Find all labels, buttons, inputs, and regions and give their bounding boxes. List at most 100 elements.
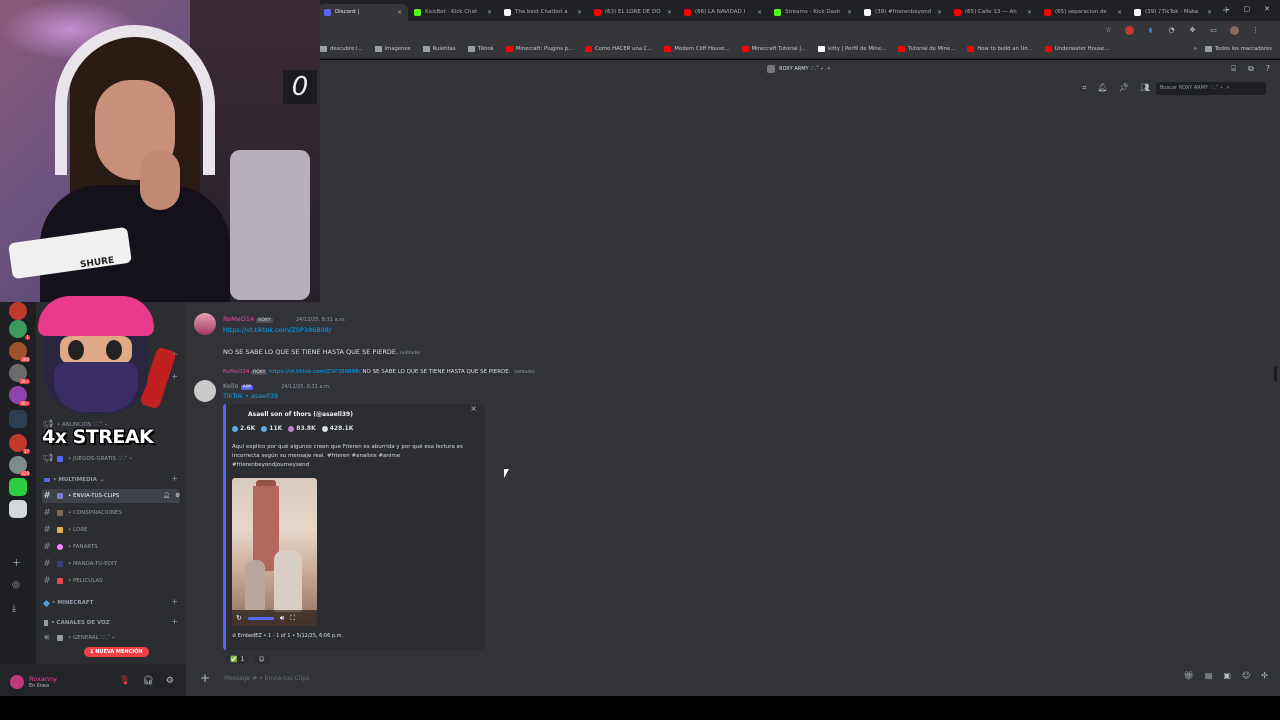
server-icon-9[interactable]: [9, 500, 27, 518]
star-icon[interactable]: ☆: [1104, 26, 1113, 35]
embed-provider-link[interactable]: TikTok • asaell39: [223, 392, 278, 400]
download-icon[interactable]: ⤓: [12, 604, 16, 614]
members-icon[interactable]: 👥︎: [1140, 83, 1150, 93]
add-channel-icon[interactable]: +: [171, 617, 178, 626]
minimize-icon[interactable]: –: [1226, 5, 1230, 13]
server-icon-4[interactable]: 2K+: [9, 364, 30, 384]
bookmark-item[interactable]: Ruletitas: [422, 46, 456, 52]
channel-lore[interactable]: # • LORE: [42, 523, 180, 537]
close-window-icon[interactable]: ✕: [1264, 5, 1270, 13]
gift-icon[interactable]: 🎁︎: [1184, 671, 1194, 680]
attach-plus-icon[interactable]: +: [200, 671, 210, 685]
close-icon[interactable]: ×: [470, 404, 477, 413]
bell-icon[interactable]: 🔔︎: [1098, 83, 1108, 93]
settings-gear-icon[interactable]: ⚙: [166, 676, 174, 686]
bookmark-item[interactable]: descubre l...: [320, 46, 363, 52]
message-input[interactable]: Message # • Envia-tus-Clips: [224, 675, 309, 682]
threads-icon[interactable]: ⌗: [1082, 83, 1087, 93]
bookmark-item[interactable]: Minecraft Tutorial |...: [741, 46, 806, 52]
split-view-icon[interactable]: ▭: [1209, 26, 1218, 35]
menu-icon[interactable]: ⋮: [1251, 26, 1260, 35]
category-multimedia[interactable]: • MULTIMEDIA ⌄: [44, 477, 104, 483]
server-icon-5[interactable]: 4K+: [9, 386, 30, 406]
category-canales-de-voz[interactable]: • CANALES DE VOZ: [44, 620, 110, 626]
server-icon-8[interactable]: [9, 478, 27, 496]
avatar[interactable]: [194, 313, 216, 335]
browser-tab[interactable]: KickBot - Kick Chat ✕: [408, 4, 498, 21]
profile-avatar-icon[interactable]: [1230, 26, 1239, 35]
replay-icon[interactable]: ↻: [236, 614, 242, 622]
channel-manda-tu-edit[interactable]: # • MANDA-TU-EDIT: [42, 557, 180, 571]
extension-icon-2[interactable]: ◖: [1146, 26, 1155, 35]
browser-tab[interactable]: Discord | ✕: [318, 3, 408, 21]
server-icon-2[interactable]: 1: [9, 320, 30, 340]
category-minecraft[interactable]: • MINECRAFT: [42, 599, 93, 607]
folder-server-icon[interactable]: [9, 410, 27, 428]
mic-muted-icon[interactable]: 🎙︎: [119, 676, 130, 686]
gif-icon[interactable]: ▤: [1205, 671, 1213, 680]
channel-peliculas[interactable]: # • PELICULAS: [42, 574, 180, 588]
add-member-icon[interactable]: 👤︎: [163, 493, 170, 499]
reply-preview[interactable]: RoMeO14 ROXY https://vt.tiktok.com/ZSP38…: [223, 369, 535, 375]
add-channel-icon[interactable]: +: [171, 372, 178, 381]
add-server-icon[interactable]: ＋: [12, 556, 21, 569]
puzzle-icon[interactable]: ✥: [1188, 26, 1197, 35]
browser-tab[interactable]: (65) separacion de ✕: [1038, 4, 1128, 21]
add-channel-icon[interactable]: +: [171, 597, 178, 606]
close-tab-icon[interactable]: ✕: [1027, 9, 1032, 16]
avatar[interactable]: [10, 675, 24, 689]
bookmark-item[interactable]: Minecraft: Plugins p...: [505, 46, 573, 52]
channel-conspiraciones[interactable]: # • CONSPIRACIONES: [42, 506, 180, 520]
server-icon-7[interactable]: 429: [9, 456, 30, 476]
new-mention-pill[interactable]: 1 NUEVA MENCIÓN: [84, 647, 149, 657]
volume-icon[interactable]: 🔊︎: [280, 614, 284, 623]
pin-icon[interactable]: 📌︎: [1119, 83, 1129, 93]
voice-channel-general[interactable]: 🔊︎ • GENERAL ♡.˚ ⋆: [42, 631, 180, 645]
close-tab-icon[interactable]: ✕: [487, 9, 492, 16]
bookmark-item[interactable]: How to build an Un...: [967, 46, 1033, 52]
all-bookmarks-folder[interactable]: Todos los marcadores: [1204, 46, 1272, 52]
browser-tab[interactable]: (39) ♪TikTok - Make ✕: [1128, 4, 1218, 21]
screen-icon[interactable]: ⧉: [1248, 64, 1254, 74]
volume-slider[interactable]: [247, 616, 274, 620]
gear-icon[interactable]: ⚙: [175, 493, 180, 499]
help-icon[interactable]: ?: [1266, 64, 1270, 74]
channel-envia-tus-clips[interactable]: # • ENVIA-TUS-CLIPS 👤︎ ⚙: [42, 489, 180, 503]
bookmark-item[interactable]: Underwater House...: [1044, 46, 1109, 52]
channel-juegos-gratis[interactable]: 📢︎ • JUEGOS-GRATIS ♡.˚ ⋆: [42, 452, 180, 466]
sticker-icon[interactable]: ▣: [1223, 671, 1231, 680]
fullscreen-icon[interactable]: ⛶: [290, 614, 295, 623]
extension-icon-3[interactable]: ◔: [1167, 26, 1176, 35]
browser-tab[interactable]: (65) Calle 13 — Ah ✕: [948, 4, 1038, 21]
bookmark-item[interactable]: Tiktok: [467, 46, 494, 52]
bookmark-item[interactable]: kitty | Perfil de Mine...: [818, 46, 886, 52]
message-author[interactable]: RoMeO14 ROXY: [223, 315, 273, 323]
search-input[interactable]: Buscar ROXY ARMY ♡.˚ ⋆ .✧: [1156, 82, 1266, 95]
close-tab-icon[interactable]: ✕: [937, 9, 942, 16]
apps-icon[interactable]: ✣: [1261, 671, 1268, 680]
video-thumbnail[interactable]: ↻ 🔊︎ ⛶: [232, 478, 317, 626]
close-tab-icon[interactable]: ✕: [667, 9, 672, 16]
close-tab-icon[interactable]: ✕: [577, 9, 582, 16]
embed-title[interactable]: Asaell son of thors (@asaell39): [248, 411, 353, 418]
reaction-check[interactable]: ✅ 1: [226, 655, 249, 664]
chevron-right-icon[interactable]: »: [1194, 46, 1197, 52]
extension-icon[interactable]: [1125, 26, 1134, 35]
bookmark-item[interactable]: Modern Cliff House...: [664, 46, 730, 52]
discover-icon[interactable]: ◎: [12, 580, 20, 590]
close-tab-icon[interactable]: ✕: [847, 9, 852, 16]
scrollbar[interactable]: [1274, 366, 1277, 382]
browser-tab[interactable]: (66) LA NAVIDAD I ✕: [678, 4, 768, 21]
server-icon-6[interactable]: 37: [9, 434, 30, 454]
add-reaction-icon[interactable]: ☺: [254, 655, 269, 664]
browser-tab[interactable]: (63) EL LORE DE DO ✕: [588, 4, 678, 21]
browser-tab[interactable]: Streams - Kick Dash ✕: [768, 4, 858, 21]
bookmark-item[interactable]: Como HACER una C...: [585, 46, 652, 52]
bookmark-item[interactable]: Imagenes: [374, 46, 411, 52]
close-tab-icon[interactable]: ✕: [1117, 9, 1122, 16]
tiktok-link[interactable]: https://vt.tiktok.com/ZSP386B98/: [223, 326, 331, 334]
inbox-icon[interactable]: ⌸: [1231, 64, 1236, 74]
maximize-icon[interactable]: ▢: [1244, 5, 1251, 13]
server-icon-1[interactable]: [9, 302, 27, 320]
close-tab-icon[interactable]: ✕: [757, 9, 762, 16]
